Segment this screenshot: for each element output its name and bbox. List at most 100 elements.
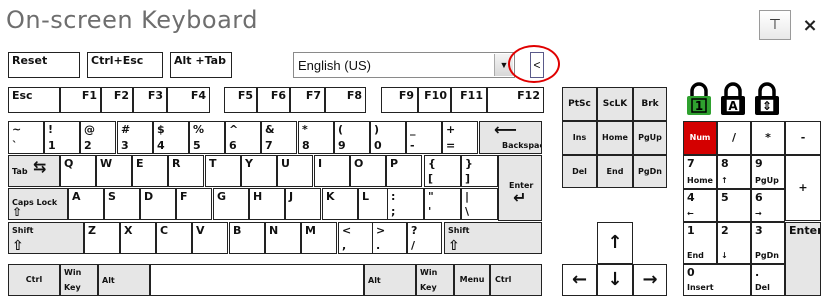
close-button[interactable]: × <box>794 10 826 40</box>
key-f6[interactable]: F6 <box>257 87 290 113</box>
numpad-5-key[interactable]: 5 <box>717 189 751 222</box>
key-num-8[interactable]: * 8 <box>298 121 334 154</box>
key-psc[interactable]: PtSc <box>562 87 597 121</box>
key-c[interactable]: C <box>156 222 192 254</box>
numpad-slash-key[interactable]: / <box>717 121 751 155</box>
key-m[interactable]: M <box>301 222 337 254</box>
numpad-0-key[interactable]: 0 Insert <box>683 264 751 296</box>
right-ctrl-key[interactable]: Ctrl <box>490 264 542 296</box>
caps-lock-key[interactable]: Caps Lock ⇧ <box>8 188 68 220</box>
key-num-0[interactable]: ~ ` <box>8 121 44 154</box>
key-sym-z-2[interactable]: ? / <box>407 222 442 254</box>
alt-tab-button[interactable]: Alt +Tab <box>170 52 232 78</box>
key-g[interactable]: G <box>213 188 249 220</box>
key-num-12[interactable]: + = <box>442 121 478 154</box>
key-n[interactable]: N <box>265 222 301 254</box>
key-e[interactable]: E <box>132 155 168 187</box>
enter-key[interactable]: Enter ↵ <box>498 155 542 221</box>
numpad-6-key[interactable]: 6 → <box>751 189 785 222</box>
key-num-9[interactable]: (9 <box>334 121 370 154</box>
key-x[interactable]: X <box>120 222 156 254</box>
space-key[interactable] <box>150 264 364 296</box>
key-f4[interactable]: F4 <box>167 87 210 113</box>
key-sym-a-2[interactable]: | \ <box>461 188 498 220</box>
numpad-dot-key[interactable]: . Del <box>751 264 785 296</box>
key-q[interactable]: Q <box>60 155 96 187</box>
key-end[interactable]: End <box>597 155 633 188</box>
backspace-key[interactable]: Backspace ⟵ <box>479 121 542 154</box>
left-alt-key[interactable]: Alt <box>98 264 150 296</box>
reset-button[interactable]: Reset <box>8 52 80 78</box>
numpad-8-key[interactable]: 8 ↑ <box>717 155 751 189</box>
key-f2[interactable]: F2 <box>101 87 133 113</box>
key-u[interactable]: U <box>277 155 313 187</box>
menu-key[interactable]: Menu <box>454 264 490 296</box>
key-num-2[interactable]: @2 <box>80 121 116 154</box>
key-f9[interactable]: F9 <box>381 87 418 113</box>
key-k[interactable]: K <box>322 188 358 220</box>
key-pgdn[interactable]: PgDn <box>633 155 667 188</box>
right-shift-key[interactable]: Shift ⇧ <box>444 222 542 254</box>
left-ctrl-key[interactable]: Ctrl <box>8 264 60 296</box>
key-pgup[interactable]: PgUp <box>633 121 667 155</box>
key-sym-a-1[interactable]: " ' <box>424 188 461 220</box>
arrow-down-key[interactable]: ↓ <box>597 264 633 296</box>
key-num-4[interactable]: $4 <box>153 121 189 154</box>
numpad-1-key[interactable]: 1 End <box>683 222 717 264</box>
key-sclk[interactable]: ScLK <box>597 87 633 121</box>
key-f5[interactable]: F5 <box>224 87 257 113</box>
key-f8[interactable]: F8 <box>325 87 366 113</box>
key-t[interactable]: T <box>205 155 241 187</box>
key-sym-a-0[interactable]: :; <box>387 188 424 220</box>
key-f7[interactable]: F7 <box>290 87 325 113</box>
key-h[interactable]: H <box>249 188 285 220</box>
arrow-left-key[interactable]: ← <box>562 264 597 296</box>
numpad-2-key[interactable]: 2 ↓ <box>717 222 751 264</box>
key-f10[interactable]: F10 <box>418 87 451 113</box>
numpad-plus-key[interactable]: + <box>785 155 821 221</box>
numpad-3-key[interactable]: 3 PgDn <box>751 222 785 264</box>
key-s[interactable]: S <box>104 188 140 220</box>
numpad-7-key[interactable]: 7 Home <box>683 155 717 189</box>
numpad-4-key[interactable]: 4 ← <box>683 189 717 222</box>
key-num-6[interactable]: ^ 6 <box>225 121 261 154</box>
left-shift-key[interactable]: Shift ⇧ <box>8 222 84 254</box>
key-home[interactable]: Home <box>597 121 633 155</box>
key-r[interactable]: R <box>168 155 204 187</box>
key-brk[interactable]: Brk <box>633 87 667 121</box>
key-f1[interactable]: F1 <box>60 87 101 113</box>
tab-key[interactable]: Tab ⇆ <box>8 155 60 187</box>
key-esc[interactable]: Esc <box>8 87 60 113</box>
key-bracket-0[interactable]: {[ <box>424 155 461 187</box>
num-lock-key[interactable]: Num <box>683 121 717 155</box>
arrow-right-key[interactable]: → <box>633 264 667 296</box>
language-select[interactable]: English (US) ▼ <box>293 52 515 78</box>
key-f12[interactable]: F12 <box>487 87 544 113</box>
left-win-key[interactable]: Win Key <box>60 264 98 296</box>
key-num-5[interactable]: % 5 <box>189 121 225 154</box>
numpad-enter-key[interactable]: Enter <box>785 222 821 296</box>
key-w[interactable]: W <box>96 155 132 187</box>
numpad-star-key[interactable]: * <box>751 121 785 155</box>
key-del[interactable]: Del <box>562 155 597 188</box>
key-j[interactable]: J <box>285 188 321 220</box>
key-num-7[interactable]: & 7 <box>261 121 297 154</box>
key-p[interactable]: P <box>386 155 422 187</box>
key-f3[interactable]: F3 <box>133 87 167 113</box>
key-i[interactable]: I <box>314 155 350 187</box>
key-v[interactable]: V <box>192 222 228 254</box>
key-num-11[interactable]: _ - <box>406 121 442 154</box>
key-z[interactable]: Z <box>84 222 120 254</box>
key-num-10[interactable]: ) 0 <box>370 121 406 154</box>
right-win-key[interactable]: Win Key <box>416 264 454 296</box>
key-num-1[interactable]: ! 1 <box>44 121 80 154</box>
key-sym-z-1[interactable]: >. <box>372 222 407 254</box>
numpad-minus-key[interactable]: - <box>785 121 821 155</box>
right-alt-key[interactable]: Alt <box>364 264 416 296</box>
key-b[interactable]: B <box>229 222 265 254</box>
key-y[interactable]: Y <box>241 155 277 187</box>
key-bracket-1[interactable]: }] <box>461 155 498 187</box>
key-ins[interactable]: Ins <box>562 121 597 155</box>
key-sym-z-0[interactable]: <, <box>338 222 373 254</box>
key-f[interactable]: F <box>176 188 212 220</box>
